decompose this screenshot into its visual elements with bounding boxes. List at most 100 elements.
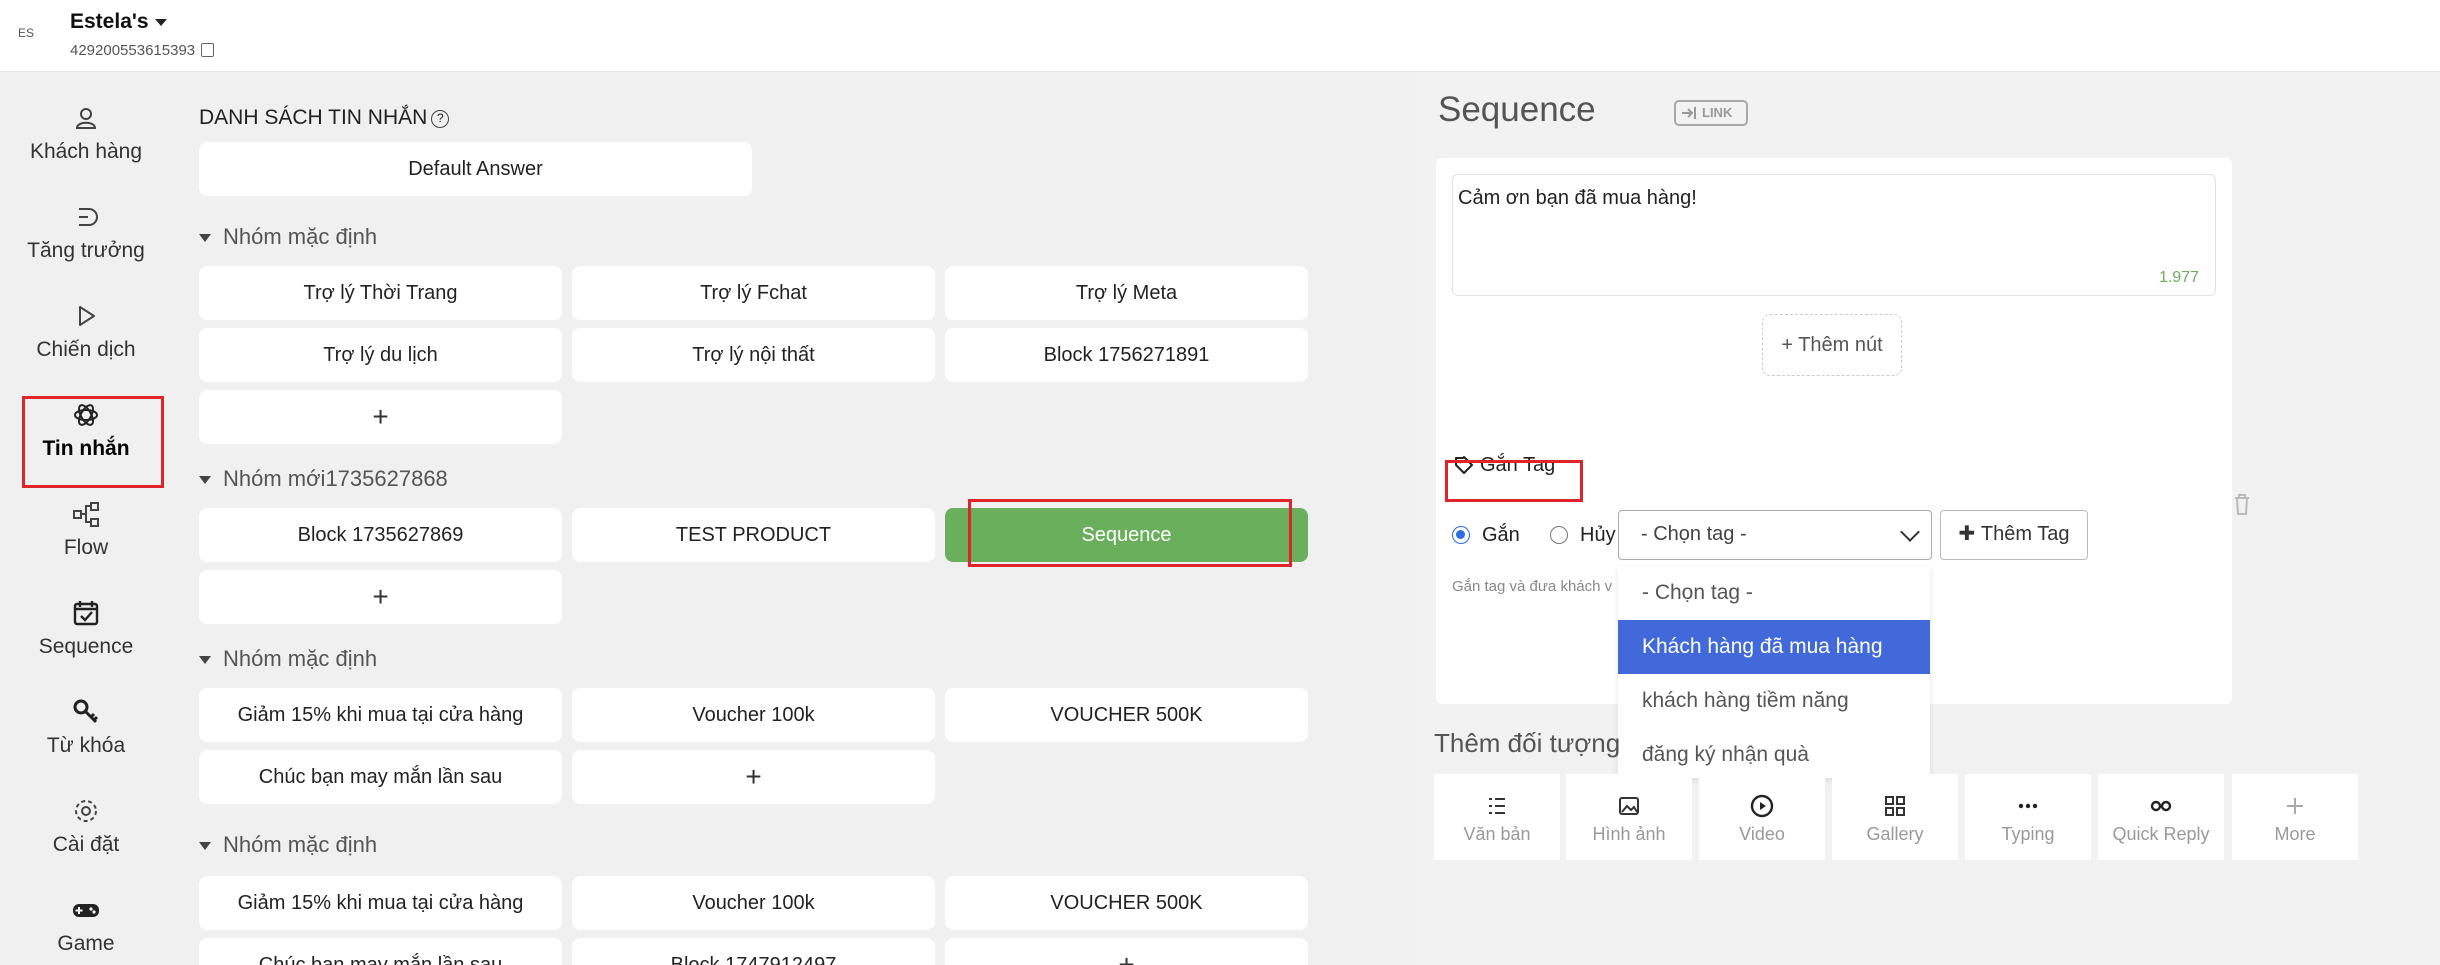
message-block[interactable]: Trợ lý du lịch	[199, 328, 562, 382]
message-block[interactable]: Trợ lý Fchat	[572, 266, 935, 320]
object-gallery-button[interactable]: Gallery	[1832, 774, 1958, 860]
link-button[interactable]: LINK	[1674, 100, 1748, 126]
highlight-box-messages	[22, 396, 164, 488]
object-image-button[interactable]: Hình ảnh	[1566, 774, 1692, 860]
message-block[interactable]: Trợ lý nội thất	[572, 328, 935, 382]
sidebar-item-label: Khách hàng	[29, 140, 143, 163]
sidebar-item-label: Cài đặt	[52, 833, 120, 856]
sidebar-item-settings[interactable]: Cài đặt	[0, 781, 172, 871]
calendar-check-icon	[73, 601, 99, 626]
caret-down-icon	[199, 656, 211, 665]
copy-icon[interactable]	[201, 43, 215, 57]
trash-icon[interactable]	[2232, 492, 2252, 516]
message-list-title: DANH SÁCH TIN NHẮN?	[199, 106, 450, 130]
plus-icon: ✚	[1958, 523, 1981, 545]
gamepad-icon	[73, 904, 99, 917]
sidebar-item-label: Game	[57, 932, 115, 955]
char-count: 1.977	[2158, 269, 2199, 286]
group-header[interactable]: Nhóm mặc định	[199, 646, 377, 672]
gallery-grid-icon	[1885, 796, 1905, 816]
object-typing-button[interactable]: Typing	[1965, 774, 2091, 860]
gear-icon	[75, 800, 97, 822]
plus-icon: +	[372, 581, 389, 612]
plus-icon: +	[1118, 949, 1135, 965]
message-block[interactable]: VOUCHER 500K	[945, 688, 1308, 742]
add-block-button[interactable]: +	[572, 750, 935, 804]
default-answer-button[interactable]: Default Answer	[199, 142, 752, 196]
tag-dropdown-menu: - Chọn tag - Khách hàng đã mua hàng khác…	[1618, 566, 1930, 778]
radio-assign[interactable]	[1452, 526, 1470, 544]
tag-select[interactable]: - Chọn tag -	[1618, 510, 1932, 560]
link-icon	[1682, 107, 1696, 119]
add-block-button[interactable]: +	[199, 570, 562, 624]
add-block-button[interactable]: +	[199, 390, 562, 444]
radio-assign-label: Gắn	[1482, 524, 1520, 546]
help-icon[interactable]: ?	[431, 110, 450, 128]
add-object-title: Thêm đối tượng	[1434, 728, 1621, 758]
message-block[interactable]: Voucher 100k	[572, 876, 935, 930]
page-name: Estela's	[70, 10, 149, 33]
object-quick-reply-button[interactable]: Quick Reply	[2098, 774, 2224, 860]
radio-remove-label: Hủy	[1580, 524, 1616, 546]
play-icon	[79, 306, 95, 326]
block-title: Sequence	[1438, 90, 1596, 129]
sidebar-item-keywords[interactable]: Từ khóa	[0, 682, 172, 772]
sidebar-item-label: Flow	[63, 536, 109, 559]
sidebar-item-campaigns[interactable]: Chiến dịch	[0, 286, 172, 376]
add-block-button[interactable]: +	[945, 938, 1308, 965]
message-block[interactable]: Giảm 15% khi mua tại cửa hàng	[199, 688, 562, 742]
sidebar-item-label: Tăng trưởng	[27, 239, 145, 262]
message-block[interactable]: Block 1735627869	[199, 508, 562, 562]
growth-icon	[79, 208, 98, 226]
sidebar-item-flow[interactable]: Flow	[0, 484, 172, 574]
message-textarea[interactable]: Cảm ơn bạn đã mua hàng! 1.977	[1452, 174, 2216, 296]
message-block[interactable]: Block 1747912497	[572, 938, 935, 965]
sidebar-item-customers[interactable]: Khách hàng	[0, 88, 172, 178]
sidebar-item-label: Sequence	[38, 635, 134, 658]
dropdown-option[interactable]: khách hàng tiềm năng	[1618, 674, 1930, 728]
message-block[interactable]: VOUCHER 500K	[945, 876, 1308, 930]
caret-down-icon	[199, 842, 211, 851]
user-icon	[75, 108, 97, 129]
dropdown-option-highlighted[interactable]: Khách hàng đã mua hàng	[1618, 620, 1930, 674]
highlight-box-tag	[1445, 460, 1583, 502]
message-block[interactable]: Giảm 15% khi mua tại cửa hàng	[199, 876, 562, 930]
add-tag-button[interactable]: ✚ Thêm Tag	[1940, 510, 2088, 560]
sidebar-item-growth[interactable]: Tăng trưởng	[0, 187, 172, 277]
group-header[interactable]: Nhóm mặc định	[199, 832, 377, 858]
dropdown-option[interactable]: - Chọn tag -	[1618, 566, 1930, 620]
page-switcher[interactable]: Estela's	[70, 10, 167, 34]
message-block[interactable]: Trợ lý Thời Trang	[199, 266, 562, 320]
message-block[interactable]: Trợ lý Meta	[945, 266, 1308, 320]
sidebar-item-game[interactable]: Game	[0, 880, 172, 965]
message-block[interactable]: Block 1756271891	[945, 328, 1308, 382]
object-more-button[interactable]: More	[2232, 774, 2358, 860]
radio-remove[interactable]	[1550, 526, 1568, 544]
page-id-row: 429200553615393	[70, 42, 215, 59]
message-block[interactable]: TEST PRODUCT	[572, 508, 935, 562]
sidebar-item-sequence[interactable]: Sequence	[0, 583, 172, 673]
page-logo: ES	[18, 26, 35, 40]
quick-reply-icon	[2150, 800, 2172, 812]
typing-dots-icon	[2018, 803, 2038, 809]
group-header[interactable]: Nhóm mới1735627868	[199, 466, 448, 492]
group-header[interactable]: Nhóm mặc định	[199, 224, 377, 250]
caret-down-icon	[154, 18, 167, 26]
object-text-button[interactable]: Văn bản	[1434, 774, 1560, 860]
object-video-button[interactable]: Video	[1699, 774, 1825, 860]
sidebar-item-label: Từ khóa	[46, 734, 126, 757]
flow-icon	[73, 502, 99, 527]
message-block[interactable]: Voucher 100k	[572, 688, 935, 742]
message-block[interactable]: Chúc bạn may mắn lần sau	[199, 750, 562, 804]
add-button-button[interactable]: + Thêm nút	[1762, 314, 1902, 376]
message-block[interactable]: Chúc bạn may mắn lần sau	[199, 938, 562, 965]
key-icon	[73, 699, 99, 724]
text-lines-icon	[1489, 798, 1505, 814]
plus-icon: +	[745, 761, 762, 792]
sidebar-item-label: Chiến dịch	[36, 338, 136, 361]
message-text: Cảm ơn bạn đã mua hàng!	[1458, 187, 1697, 209]
highlight-box-sequence-block	[968, 499, 1292, 567]
caret-down-icon	[199, 476, 211, 485]
dropdown-option[interactable]: đăng ký nhận quà	[1618, 728, 1930, 778]
text-message-card: Cảm ơn bạn đã mua hàng! 1.977 + Thêm nút	[1436, 158, 2232, 458]
